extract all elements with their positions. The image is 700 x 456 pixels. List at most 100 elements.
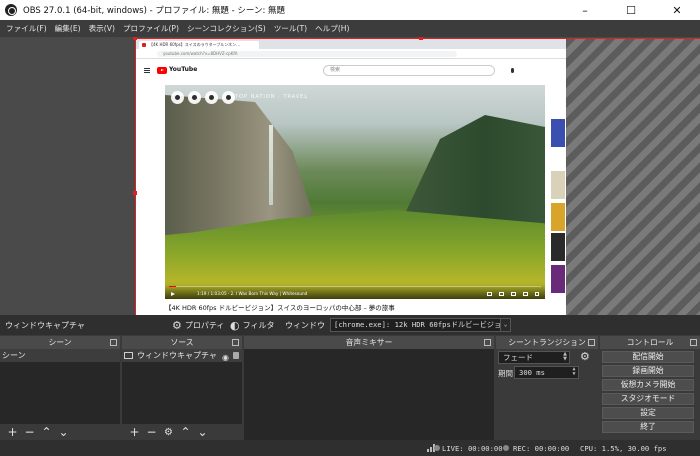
transition-settings-gear-icon[interactable]: ⚙ (580, 350, 590, 363)
source-toolbar: ウィンドウキャプチャ ⚙ プロパティ ◐ フィルタ ウィンドウ [chrome.… (0, 315, 700, 335)
browser-address-bar: youtube.com/watch?v=8DHVZ-cpKfA (135, 49, 566, 59)
browser-url: youtube.com/watch?v=8DHVZ-cpKfA (157, 51, 457, 57)
source-properties-gear-icon[interactable]: ⚙ (160, 427, 177, 438)
move-up-button[interactable]: ⌃ (38, 425, 55, 439)
start-recording-button[interactable]: 録画開始 (602, 365, 694, 377)
start-streaming-button[interactable]: 配信開始 (602, 351, 694, 363)
float-dock-icon[interactable] (690, 339, 697, 346)
menu-help[interactable]: ヘルプ(H) (311, 23, 353, 34)
studio-mode-button[interactable]: スタジオモード (602, 393, 694, 405)
facebook-icon (171, 91, 184, 104)
sources-toolbar: + − ⚙ ⌃ ⌄ (122, 424, 242, 440)
transition-select-value: フェード (503, 353, 533, 362)
menu-file[interactable]: ファイル(F) (2, 23, 51, 34)
lock-icon[interactable] (233, 352, 239, 359)
captured-window[interactable]: 【4K HDR 60fps】スイスのラウターブルンネン... youtube.c… (135, 39, 566, 315)
close-button[interactable]: ✕ (654, 0, 700, 20)
preview-overflow-area (566, 39, 700, 315)
transitions-dock: シーントランジション フェード ▲ ▼ ⚙ 期間 300 ms ▲ ▼ (496, 336, 598, 440)
play-icon (171, 292, 175, 296)
float-dock-icon[interactable] (484, 339, 491, 346)
fullscreen-icon (535, 292, 539, 296)
status-bar: LIVE: 00:00:00 REC: 00:00:00 CPU: 1.5%, … (0, 440, 700, 456)
rec-time: REC: 00:00:00 (513, 444, 570, 453)
youtube-logo-icon (157, 67, 167, 74)
spin-arrows-icon: ▲ ▼ (563, 351, 567, 362)
resize-handle-left[interactable] (133, 191, 137, 195)
video-overlay-text: TOP NATION · TRAVEL (235, 94, 309, 100)
youtube-header: YouTube 検索 (135, 60, 566, 82)
gear-icon: ⚙ (172, 318, 182, 332)
audio-mixer-dock: 音声ミキサー (244, 336, 494, 440)
preview-canvas[interactable]: 【4K HDR 60fps】スイスのラウターブルンネン... youtube.c… (0, 37, 700, 315)
related-thumb-2 (551, 171, 565, 199)
audio-mixer-header: 音声ミキサー (244, 336, 494, 349)
source-item[interactable]: ウィンドウキャプチャ ◉ (122, 349, 242, 362)
live-indicator-icon (434, 445, 440, 451)
window-capture-icon (124, 352, 133, 359)
window-select[interactable]: [chrome.exe]: 12k HDR 60fpsドルビービジョン ⌄ (330, 318, 511, 332)
scene-item[interactable]: シーン (0, 349, 120, 362)
related-thumb-1 (551, 119, 565, 147)
move-up-button[interactable]: ⌃ (177, 425, 194, 439)
menu-view[interactable]: 表示(V) (85, 23, 119, 34)
transitions-title: シーントランジション (508, 338, 586, 347)
settings-button[interactable]: 設定 (602, 407, 694, 419)
obs-logo-icon (5, 4, 17, 16)
filter-icon: ◐ (230, 318, 240, 332)
menu-scene-collection[interactable]: シーンコレクション(S) (183, 23, 270, 34)
miniplayer-icon (511, 292, 516, 296)
filters-button[interactable]: ◐ フィルタ (230, 318, 274, 332)
transitions-header: シーントランジション (496, 336, 598, 349)
filters-label: フィルタ (242, 320, 275, 330)
duration-label: 期間 (498, 369, 513, 378)
properties-label: プロパティ (184, 320, 225, 330)
minimize-button[interactable]: – (562, 0, 608, 20)
move-down-button[interactable]: ⌄ (55, 425, 72, 439)
resize-handle-top-left[interactable] (133, 37, 137, 40)
sources-dock: ソース ウィンドウキャプチャ ◉ + − ⚙ ⌃ ⌄ (122, 336, 242, 440)
resize-handle-top[interactable] (419, 37, 423, 40)
maximize-button[interactable]: ☐ (608, 0, 654, 20)
related-thumb-4 (551, 233, 565, 261)
instagram-icon (188, 91, 201, 104)
menu-profile[interactable]: プロファイル(P) (119, 23, 183, 34)
float-dock-icon[interactable] (110, 339, 117, 346)
video-progress-fill (169, 286, 176, 287)
selected-source-name: ウィンドウキャプチャ (5, 321, 85, 330)
spin-arrows-icon[interactable]: ▲ ▼ (570, 367, 578, 378)
menu-bar: ファイル(F) 編集(E) 表示(V) プロファイル(P) シーンコレクション(… (0, 20, 700, 37)
video-frame: TOP NATION · TRAVEL 1:19 / 1:03:05 · 2. … (165, 85, 545, 299)
sources-dock-header: ソース (122, 336, 242, 349)
menu-tools[interactable]: ツール(T) (270, 23, 311, 34)
source-item-label: ウィンドウキャプチャ (137, 351, 217, 360)
visibility-eye-icon[interactable]: ◉ (222, 351, 229, 362)
duration-spinbox[interactable]: 300 ms ▲ ▼ (514, 366, 579, 379)
start-virtual-camera-button[interactable]: 仮想カメラ開始 (602, 379, 694, 391)
controls-dock: コントロール 配信開始 録画開始 仮想カメラ開始 スタジオモード 設定 終了 (600, 336, 700, 440)
controls-header: コントロール (600, 336, 700, 349)
float-dock-icon[interactable] (588, 339, 595, 346)
add-source-button[interactable]: + (126, 425, 143, 439)
add-scene-button[interactable]: + (4, 425, 21, 439)
move-down-button[interactable]: ⌄ (194, 425, 211, 439)
related-thumb-3 (551, 203, 565, 231)
related-thumb-5 (551, 265, 565, 293)
transition-select[interactable]: フェード ▲ ▼ (498, 351, 570, 364)
controls-title: コントロール (626, 338, 674, 347)
youtube-search-box: 検索 (323, 65, 495, 76)
sources-dock-title: ソース (170, 338, 194, 347)
related-videos (551, 119, 565, 299)
exit-button[interactable]: 終了 (602, 421, 694, 433)
video-controls: 1:19 / 1:03:05 · 2. I Was Born This Way … (165, 285, 545, 299)
video-waterfall (269, 125, 273, 205)
float-dock-icon[interactable] (232, 339, 239, 346)
properties-button[interactable]: ⚙ プロパティ (172, 318, 224, 332)
menu-edit[interactable]: 編集(E) (51, 23, 85, 34)
window-title: OBS 27.0.1 (64-bit, windows) - プロファイル: 無… (23, 6, 286, 16)
remove-scene-button[interactable]: − (21, 425, 38, 439)
remove-source-button[interactable]: − (143, 425, 160, 439)
scenes-list: シーン (0, 349, 120, 424)
selection-border-top (135, 38, 700, 39)
title-bar: OBS 27.0.1 (64-bit, windows) - プロファイル: 無… (0, 0, 700, 20)
